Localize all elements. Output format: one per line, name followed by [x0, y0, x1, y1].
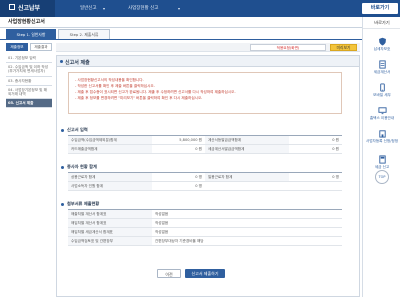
quick-link-label: 납세자보호: [373, 47, 391, 51]
status-badge: 적용요청(화면): [250, 44, 326, 51]
bullet-icon: [61, 203, 64, 206]
table-label: 세금계산서발급금액합계: [205, 145, 289, 153]
table-label: 상용근로자 합계: [68, 173, 152, 181]
left-nav-item-active[interactable]: 05. 신고서 제출: [6, 99, 52, 109]
section-title-attachments: 첨부서류 제출현황: [67, 201, 100, 206]
calculator-icon: [378, 155, 386, 164]
tab-step-1[interactable]: Step 1. 일반사항: [6, 29, 56, 39]
table-value: 0 명: [195, 184, 202, 188]
table-value: 0 원: [332, 147, 339, 151]
nav-item-general-report[interactable]: 일반신고: [80, 3, 97, 14]
table-label: 매입처별 세금계산서 합계표: [68, 228, 152, 236]
table-row: 카드매출금액합계 0 원 세금계산서발급금액합계 0 원: [68, 145, 342, 154]
right-sidebar-title: 바로가기: [374, 20, 390, 25]
table-value: 작성없음: [155, 230, 169, 234]
report-input-table: 수입금액(수입금액제외분)합계 5,800,000 원 계산서등발급금액합계 0…: [68, 135, 342, 154]
mobile-icon: [379, 83, 385, 92]
table-label: 수입금액(수입금액제외분)합계: [68, 136, 152, 144]
building-icon: [378, 130, 386, 138]
info-bar: 적용요청(화면) 미리보기: [56, 43, 360, 52]
document-icon: [378, 60, 386, 69]
table-label: 계산서등발급금액합계: [205, 136, 289, 144]
left-tab-submit-result[interactable]: 제출결과: [30, 43, 52, 51]
quick-link-hometax-guide[interactable]: 홈택스 이용안내: [363, 106, 400, 121]
top-bar: 신고납부 일반신고 ▾ 사업장현황 신고 ▾ 바로가기: [0, 0, 400, 17]
table-row: 매출처별 계산서 합계표 작성없음: [68, 210, 342, 219]
table-value: 0 명: [195, 175, 202, 179]
notice-box: - 사업장현황신고서의 작성내용을 확인합니다. - 작성한 신고서를 확인 후…: [68, 72, 342, 114]
table-value: 간편장부대상자 기준경비율 해당: [155, 239, 204, 243]
bullet-icon: [61, 129, 64, 132]
table-row: 매입처별 세금계산서 합계표 작성없음: [68, 228, 342, 237]
title-divider: [0, 27, 362, 28]
button-row: 이전 신고서 제출하기: [137, 269, 281, 278]
shield-icon: [378, 37, 386, 46]
main-panel: 신고서 제출 - 사업장현황신고서의 작성내용을 확인합니다. - 작성한 신고…: [56, 55, 360, 297]
preview-button[interactable]: 미리보기: [330, 44, 357, 51]
home-icon: [9, 4, 15, 10]
quick-link-mobile-tax[interactable]: 모바일 세무: [363, 83, 400, 98]
table-label: 사업소득자 인원 합계: [68, 182, 152, 190]
table-label: 매입처별 계산서 합계표: [68, 219, 152, 227]
tab-underline: [0, 39, 362, 40]
table-value: 5,800,000 원: [179, 138, 202, 142]
bullet-icon: [61, 166, 64, 169]
table-row: 수입금액검토표 및 간편장부 간편장부대상자 기준경비율 해당: [68, 237, 342, 246]
table-value: 0 원: [332, 138, 339, 142]
table-row: 사업소득자 인원 합계 0 명: [68, 182, 342, 191]
quick-link-tax-invoice[interactable]: 세금계산서: [363, 60, 400, 75]
table-value: 작성없음: [155, 221, 169, 225]
left-nav-item[interactable]: 03. 종사자현황: [6, 77, 52, 86]
table-label: 매출처별 계산서 합계표: [68, 210, 152, 218]
panel-header: 신고서 제출: [57, 56, 359, 67]
table-label: 카드매출금액합계: [68, 145, 152, 153]
table-row: 매입처별 계산서 합계표 작성없음: [68, 219, 342, 228]
left-tab-submit-info[interactable]: 제출정보: [6, 43, 28, 51]
quick-link-tax-report[interactable]: 세금 신고: [363, 155, 400, 170]
quick-link-business-registration[interactable]: 사업자등록 신청/정정: [363, 129, 400, 144]
table-label: 수입금액검토표 및 간편장부: [68, 237, 152, 245]
left-nav: 01. 기본정보 입력 02. 수입금액 및 이하 작성(부가가치세 면세사업자…: [6, 54, 52, 109]
left-nav-item[interactable]: 01. 기본정보 입력: [6, 54, 52, 64]
tab-step-2[interactable]: Step 2. 제출서류: [58, 29, 110, 39]
section-title-employee-status: 종사자 현황 합계: [67, 164, 97, 169]
table-row: 상용근로자 합계 0 명 일용근로자 합계 0 명: [68, 173, 342, 182]
table-value: 0 원: [195, 147, 202, 151]
submit-report-button[interactable]: 신고서 제출하기: [185, 269, 225, 278]
employee-status-table: 상용근로자 합계 0 명 일용근로자 합계 0 명 사업소득자 인원 합계 0 …: [68, 172, 342, 191]
quick-link-label: 세금 신고: [374, 165, 390, 169]
section-title-report-input: 신고서 입력: [67, 127, 88, 132]
table-row: 수입금액(수입금액제외분)합계 5,800,000 원 계산서등발급금액합계 0…: [68, 136, 342, 145]
quick-link-label: 사업자등록 신청/정정: [365, 139, 399, 143]
chevron-down-icon[interactable]: ▾: [103, 3, 105, 14]
quick-link-label: 세금계산서: [373, 70, 391, 74]
table-value: 작성없음: [155, 212, 169, 216]
scroll-top-button[interactable]: TOP: [375, 170, 389, 184]
quick-link-label: 홈택스 이용안내: [369, 116, 395, 120]
monitor-icon: [377, 107, 387, 115]
chevron-down-icon[interactable]: ▾: [178, 3, 180, 14]
quick-menu-button[interactable]: 바로가기: [362, 3, 398, 14]
logo[interactable]: 신고납부: [0, 0, 55, 17]
left-nav-tabs: 제출정보 제출결과: [6, 43, 52, 52]
attachments-table: 매출처별 계산서 합계표 작성없음 매입처별 계산서 합계표 작성없음 매입처별…: [68, 209, 342, 246]
quick-link-label: 모바일 세무: [373, 93, 391, 97]
bullet-icon: [60, 60, 63, 63]
panel-title: 신고서 제출: [65, 60, 90, 66]
left-nav-item[interactable]: 02. 수입금액 및 이하 작성(부가가치세 면세사업자): [6, 63, 52, 77]
page-title: 사업장현황신고서: [8, 19, 45, 25]
table-label: 일용근로자 합계: [205, 173, 289, 181]
notice-line: - 제출 후 정보를 변경하려면 "미리보기" 버튼을 클릭하여 확인 후 다시…: [75, 96, 203, 100]
right-sidebar-header: 바로가기: [363, 17, 400, 29]
logo-text: 신고납부: [18, 5, 41, 12]
prev-button[interactable]: 이전: [157, 269, 181, 278]
quick-link-taxpayer-protection[interactable]: 납세자보호: [363, 37, 400, 52]
left-nav-item[interactable]: 04. 사업장기본정보 및 해외거래 내역: [6, 86, 52, 100]
nav-item-business-status-report[interactable]: 사업장현황 신고: [128, 3, 158, 14]
table-value: 0 명: [332, 175, 339, 179]
right-sidebar: 바로가기 납세자보호 세금계산서 모바일 세무 홈택스 이용안내 사업자등록 신…: [362, 17, 400, 297]
